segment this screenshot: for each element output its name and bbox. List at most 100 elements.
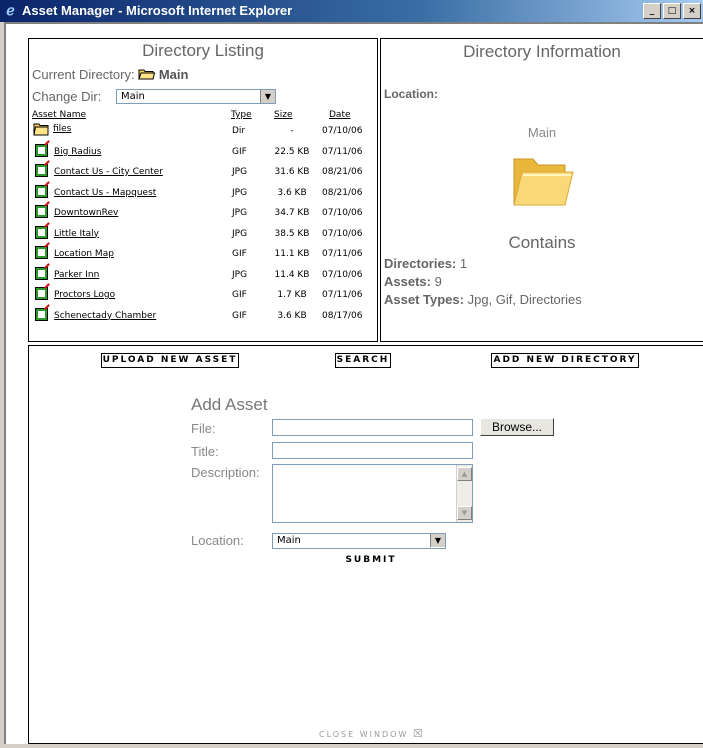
- column-header-type[interactable]: Type: [231, 110, 252, 120]
- asset-date: 07/11/06: [322, 290, 363, 300]
- close-box-icon: ☒: [412, 727, 425, 740]
- location-select[interactable]: Main ▼: [272, 533, 446, 549]
- current-directory-value: Main: [158, 67, 189, 82]
- asset-size: 11.1 KB: [274, 249, 310, 259]
- asset-size: 31.6 KB: [274, 167, 310, 177]
- asset-file-icon: [33, 286, 49, 300]
- current-directory-label: Current Directory:: [32, 67, 135, 82]
- location-select-value: Main: [277, 535, 301, 546]
- browse-button[interactable]: Browse...: [480, 418, 554, 436]
- asset-file-icon: [33, 225, 49, 239]
- asset-file-icon: [33, 266, 49, 280]
- assets-value: 9: [434, 274, 442, 289]
- close-window-label: CLOSE WINDOW: [319, 730, 409, 739]
- asset-size: 22.5 KB: [274, 146, 310, 157]
- asset-size: 1.7 KB: [277, 290, 307, 300]
- ie-logo-icon: ℯ: [6, 2, 15, 18]
- asset-name-link[interactable]: Schenectady Chamber: [54, 311, 156, 321]
- directories-label: Directories:: [384, 256, 457, 271]
- asset-date: 07/10/06: [322, 126, 363, 136]
- scroll-down-arrow-icon[interactable]: ▼: [457, 506, 472, 520]
- asset-name-link[interactable]: Big Radius: [54, 147, 101, 157]
- directory-info-heading: Directory Information: [463, 42, 621, 61]
- asset-name-link[interactable]: Location Map: [54, 249, 114, 259]
- file-input[interactable]: [272, 419, 473, 436]
- window-titlebar: ℯ Asset Manager - Microsoft Internet Exp…: [0, 0, 703, 22]
- search-button[interactable]: SEARCH: [335, 353, 391, 368]
- asset-size: 34.7 KB: [274, 208, 310, 218]
- asset-name-link[interactable]: Little Italy: [54, 229, 99, 239]
- table-row[interactable]: Location Map GIF 11.1 KB 07/11/06: [33, 245, 373, 265]
- asset-file-icon: [33, 204, 49, 218]
- close-window-button[interactable]: ×: [683, 3, 701, 19]
- table-row[interactable]: DowntownRev JPG 34.7 KB 07/10/06: [33, 204, 373, 224]
- asset-file-icon: [33, 184, 49, 198]
- table-row[interactable]: Schenectady Chamber GIF 3.6 KB 08/17/06: [33, 307, 373, 327]
- table-row[interactable]: Contact Us - City Center JPG 31.6 KB 08/21/…: [33, 163, 373, 183]
- table-row[interactable]: Big Radius GIF 22.5 KB 07/11/06: [33, 143, 373, 163]
- current-directory-line: Current Directory: Main: [32, 67, 188, 82]
- asset-name-link[interactable]: Contact Us - Mapquest: [54, 188, 156, 198]
- asset-date: 07/10/06: [322, 208, 363, 218]
- directories-count: Directories: 1: [384, 256, 467, 271]
- close-window-link[interactable]: CLOSE WINDOW ☒: [319, 727, 425, 740]
- asset-date: 08/17/06: [322, 310, 363, 321]
- asset-file-icon: [33, 307, 49, 321]
- folder-name: Main: [527, 125, 557, 140]
- table-row[interactable]: Parker Inn JPG 11.4 KB 07/10/06: [33, 266, 373, 286]
- folder-icon: [33, 122, 49, 136]
- table-row[interactable]: Contact Us - Mapquest JPG 3.6 KB 08/21/06: [33, 184, 373, 204]
- add-new-directory-button[interactable]: ADD NEW DIRECTORY: [491, 353, 639, 368]
- asset-type: GIF: [232, 146, 247, 157]
- asset-name-link[interactable]: Proctors Logo: [54, 290, 115, 300]
- asset-type: JPG: [232, 208, 248, 218]
- minimize-button[interactable]: _: [643, 3, 661, 19]
- asset-actions-panel: UPLOAD NEW ASSET SEARCH ADD NEW DIRECTOR…: [28, 345, 703, 744]
- title-label: Title:: [191, 444, 219, 459]
- asset-date: 07/10/06: [322, 228, 363, 239]
- asset-date: 08/21/06: [322, 167, 363, 177]
- asset-file-icon: [33, 245, 49, 259]
- asset-type: JPG: [232, 187, 248, 198]
- location-label: Location:: [384, 87, 438, 101]
- asset-date: 07/10/06: [322, 269, 363, 280]
- asset-name-link[interactable]: files: [53, 124, 71, 134]
- maximize-button[interactable]: □: [663, 3, 681, 19]
- table-row[interactable]: files Dir - 07/10/06: [33, 122, 373, 142]
- submit-button[interactable]: SUBMIT: [342, 553, 400, 568]
- description-label: Description:: [191, 465, 260, 480]
- asset-types-label: Asset Types:: [384, 292, 464, 307]
- window-title: Asset Manager - Microsoft Internet Explo…: [22, 3, 293, 18]
- assets-label: Assets:: [384, 274, 431, 289]
- file-label: File:: [191, 421, 216, 436]
- description-scrollbar[interactable]: ▲ ▼: [456, 465, 472, 522]
- asset-types: Asset Types: Jpg, Gif, Directories: [384, 292, 582, 307]
- chevron-down-icon: ▼: [430, 534, 445, 547]
- contains-heading: Contains: [508, 233, 576, 252]
- upload-new-asset-button[interactable]: UPLOAD NEW ASSET: [101, 353, 239, 368]
- asset-size: -: [290, 126, 294, 136]
- title-input[interactable]: [272, 442, 473, 459]
- window-controls: _ □ ×: [643, 3, 703, 19]
- chevron-down-icon: ▼: [260, 90, 275, 103]
- asset-type: GIF: [232, 290, 247, 300]
- asset-type: GIF: [232, 249, 247, 259]
- column-header-size[interactable]: Size: [274, 110, 292, 120]
- asset-file-icon: [33, 163, 49, 177]
- asset-name-link[interactable]: Parker Inn: [54, 270, 99, 280]
- column-header-name[interactable]: Asset Name: [32, 110, 86, 120]
- asset-date: 07/11/06: [322, 146, 363, 157]
- large-folder-icon: [513, 158, 574, 206]
- asset-size: 3.6 KB: [277, 310, 307, 321]
- description-textarea[interactable]: ▲ ▼: [272, 464, 473, 523]
- table-row[interactable]: Little Italy JPG 38.5 KB 07/10/06: [33, 225, 373, 245]
- location-field-label: Location:: [191, 533, 244, 548]
- asset-name-link[interactable]: DowntownRev: [54, 208, 118, 218]
- change-dir-select[interactable]: Main ▼: [116, 89, 276, 104]
- table-row[interactable]: Proctors Logo GIF 1.7 KB 07/11/06: [33, 286, 373, 306]
- asset-size: 3.6 KB: [277, 187, 307, 198]
- scroll-up-arrow-icon[interactable]: ▲: [457, 467, 472, 481]
- column-header-date[interactable]: Date: [329, 110, 351, 120]
- asset-name-link[interactable]: Contact Us - City Center: [54, 167, 163, 177]
- add-asset-heading: Add Asset: [191, 395, 268, 414]
